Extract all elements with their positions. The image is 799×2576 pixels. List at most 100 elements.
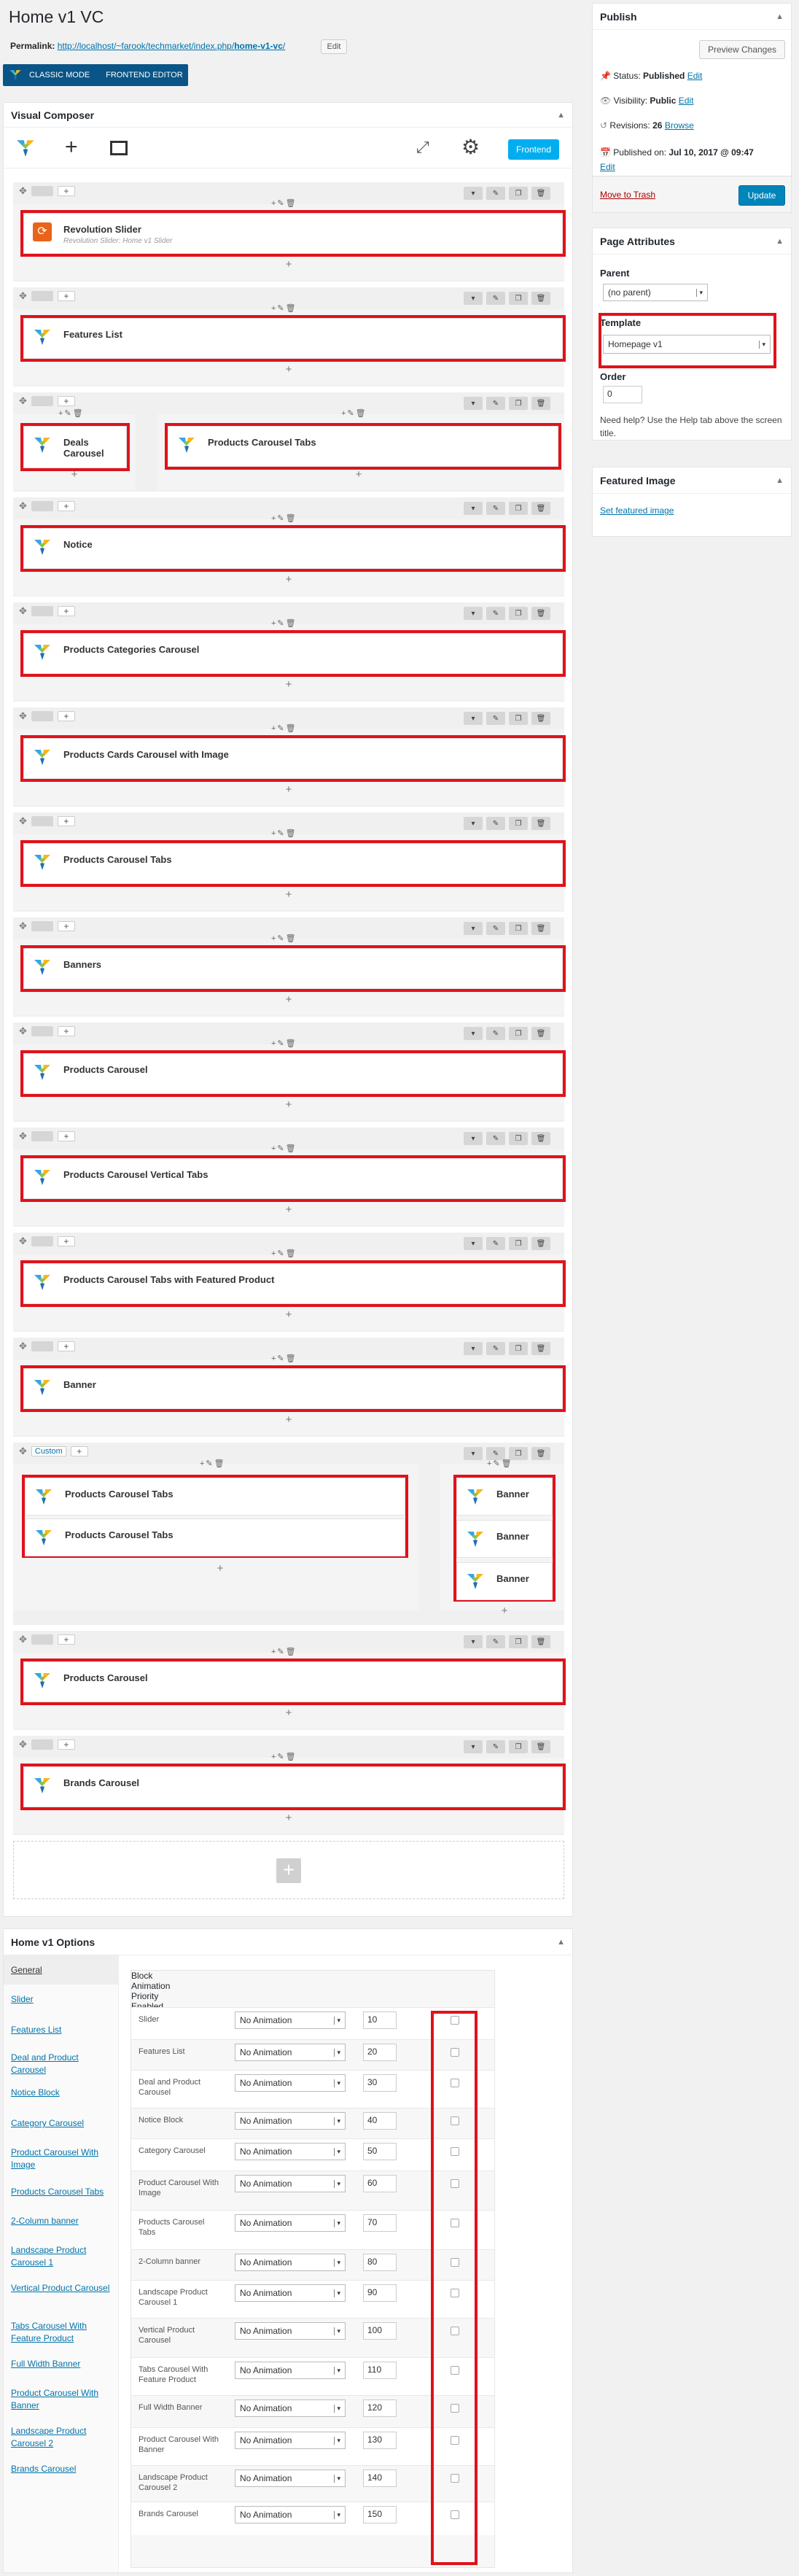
animation-select[interactable]: No Animation ▾ — [235, 2362, 346, 2379]
clone-icon[interactable]: ❐ — [509, 817, 528, 830]
delete-trash-icon[interactable]: 🗑 — [531, 397, 550, 410]
column-layout-icon[interactable] — [31, 291, 53, 301]
vc-element[interactable]: Products Carousel — [20, 1659, 566, 1705]
priority-input[interactable]: 40 — [363, 2112, 397, 2130]
add-column-icon[interactable]: + — [57, 606, 75, 616]
collapse-icon[interactable]: ▲ — [776, 237, 784, 246]
chevron-down-icon[interactable]: ▾ — [464, 1740, 483, 1753]
add-column-icon[interactable]: + — [57, 1341, 75, 1351]
column-controls[interactable]: +✎🗑 — [271, 618, 297, 628]
options-tab[interactable]: Category Carousel — [11, 2117, 113, 2130]
animation-select[interactable]: No Animation ▾ — [235, 2112, 346, 2130]
chevron-down-icon[interactable]: ▾ — [464, 397, 483, 410]
clone-icon[interactable]: ❐ — [509, 187, 528, 200]
add-column-icon[interactable]: + — [57, 291, 75, 301]
animation-select[interactable]: No Animation ▾ — [235, 2506, 346, 2523]
column-controls[interactable]: +✎🗑 — [271, 1039, 297, 1048]
drag-move-icon[interactable]: ✥ — [19, 605, 27, 617]
published-edit-link[interactable]: Edit — [600, 162, 615, 172]
column-layout-icon[interactable] — [31, 396, 53, 406]
chevron-down-icon[interactable]: ▾ — [464, 712, 483, 725]
priority-input[interactable]: 90 — [363, 2284, 397, 2302]
vc-element[interactable]: Banner — [456, 1520, 553, 1558]
vc-element[interactable]: Banner — [20, 1365, 566, 1412]
add-element-plus-icon[interactable]: + — [283, 1812, 295, 1824]
options-tab[interactable]: Features List — [11, 2024, 113, 2036]
column-controls[interactable]: +✎🗑 — [341, 408, 367, 418]
clone-icon[interactable]: ❐ — [509, 1342, 528, 1355]
add-element-plus-icon[interactable]: + — [499, 1605, 510, 1617]
clone-icon[interactable]: ❐ — [509, 712, 528, 725]
animation-select[interactable]: No Animation ▾ — [235, 2432, 346, 2449]
collapse-icon[interactable]: ▲ — [557, 1938, 565, 1947]
add-element-plus-icon[interactable]: + — [283, 1707, 295, 1719]
delete-trash-icon[interactable]: 🗑 — [531, 187, 550, 200]
priority-input[interactable]: 80 — [363, 2254, 397, 2271]
delete-trash-icon[interactable]: 🗑 — [531, 712, 550, 725]
update-button[interactable]: Update — [738, 185, 785, 206]
options-tab[interactable]: 2-Column banner — [11, 2215, 113, 2227]
edit-pencil-icon[interactable]: ✎ — [486, 1342, 505, 1355]
column-controls[interactable]: +✎🗑 — [487, 1459, 513, 1468]
column-controls[interactable]: +✎🗑 — [200, 1459, 226, 1468]
priority-input[interactable]: 60 — [363, 2175, 397, 2192]
add-column-icon[interactable]: + — [57, 1634, 75, 1645]
column-controls[interactable]: +✎🗑 — [58, 408, 85, 418]
add-element-plus-icon[interactable]: + — [283, 1413, 295, 1426]
delete-trash-icon[interactable]: 🗑 — [531, 1132, 550, 1145]
vc-element[interactable]: Banner — [456, 1562, 553, 1600]
column-layout-icon[interactable] — [31, 816, 53, 826]
column-layout-icon[interactable] — [31, 501, 53, 511]
animation-select[interactable]: No Animation ▾ — [235, 2400, 346, 2417]
clone-icon[interactable]: ❐ — [509, 397, 528, 410]
add-element-plus-icon[interactable]: + — [283, 783, 295, 796]
drag-move-icon[interactable]: ✥ — [19, 500, 27, 512]
template-select[interactable]: Homepage v1 ▾ — [603, 335, 771, 354]
drag-move-icon[interactable]: ✥ — [19, 185, 27, 197]
options-tab[interactable]: Product Carousel With Banner — [11, 2387, 113, 2412]
add-column-icon[interactable]: + — [57, 186, 75, 196]
priority-input[interactable]: 10 — [363, 2011, 397, 2029]
column-controls[interactable]: +✎🗑 — [271, 1354, 297, 1363]
vc-element[interactable]: Products Carousel — [20, 1050, 566, 1097]
edit-pencil-icon[interactable]: ✎ — [486, 1237, 505, 1250]
vc-element[interactable]: Products Carousel Tabs — [165, 423, 561, 470]
animation-select[interactable]: No Animation ▾ — [235, 2011, 346, 2029]
options-tab[interactable]: Products Carousel Tabs — [11, 2186, 113, 2198]
column-layout-icon[interactable] — [31, 1739, 53, 1750]
drag-move-icon[interactable]: ✥ — [19, 395, 27, 407]
priority-input[interactable]: 110 — [363, 2362, 397, 2379]
priority-input[interactable]: 70 — [363, 2214, 397, 2232]
delete-trash-icon[interactable]: 🗑 — [531, 607, 550, 620]
drag-move-icon[interactable]: ✥ — [19, 815, 27, 827]
animation-select[interactable]: No Animation ▾ — [235, 2322, 346, 2340]
drag-move-icon[interactable]: ✥ — [19, 1446, 27, 1457]
drag-move-icon[interactable]: ✥ — [19, 1634, 27, 1645]
vc-element[interactable]: Products Cards Carousel with Image — [20, 735, 566, 782]
drag-move-icon[interactable]: ✥ — [19, 1025, 27, 1037]
column-layout-icon[interactable] — [31, 711, 53, 721]
fullscreen-icon[interactable]: ⤢ — [416, 138, 429, 157]
animation-select[interactable]: No Animation ▾ — [235, 2470, 346, 2487]
chevron-down-icon[interactable]: ▾ — [464, 292, 483, 305]
clone-icon[interactable]: ❐ — [509, 1132, 528, 1145]
animation-select[interactable]: No Animation ▾ — [235, 2214, 346, 2232]
drag-move-icon[interactable]: ✥ — [19, 1739, 27, 1750]
chevron-down-icon[interactable]: ▾ — [464, 1342, 483, 1355]
add-element-plus-icon[interactable]: + — [283, 888, 295, 901]
animation-select[interactable]: No Animation ▾ — [235, 2175, 346, 2192]
column-layout-icon[interactable] — [31, 1341, 53, 1351]
edit-pencil-icon[interactable]: ✎ — [486, 1132, 505, 1145]
delete-trash-icon[interactable]: 🗑 — [531, 1342, 550, 1355]
edit-pencil-icon[interactable]: ✎ — [486, 1027, 505, 1040]
visibility-edit-link[interactable]: Edit — [679, 96, 694, 106]
chevron-down-icon[interactable]: ▾ — [464, 187, 483, 200]
delete-trash-icon[interactable]: 🗑 — [531, 1237, 550, 1250]
clone-icon[interactable]: ❐ — [509, 607, 528, 620]
column-layout-icon[interactable] — [31, 606, 53, 616]
add-column-icon[interactable]: + — [57, 1739, 75, 1750]
add-column-icon[interactable]: + — [57, 711, 75, 721]
drag-move-icon[interactable]: ✥ — [19, 1341, 27, 1352]
edit-pencil-icon[interactable]: ✎ — [486, 502, 505, 515]
clone-icon[interactable]: ❐ — [509, 922, 528, 935]
